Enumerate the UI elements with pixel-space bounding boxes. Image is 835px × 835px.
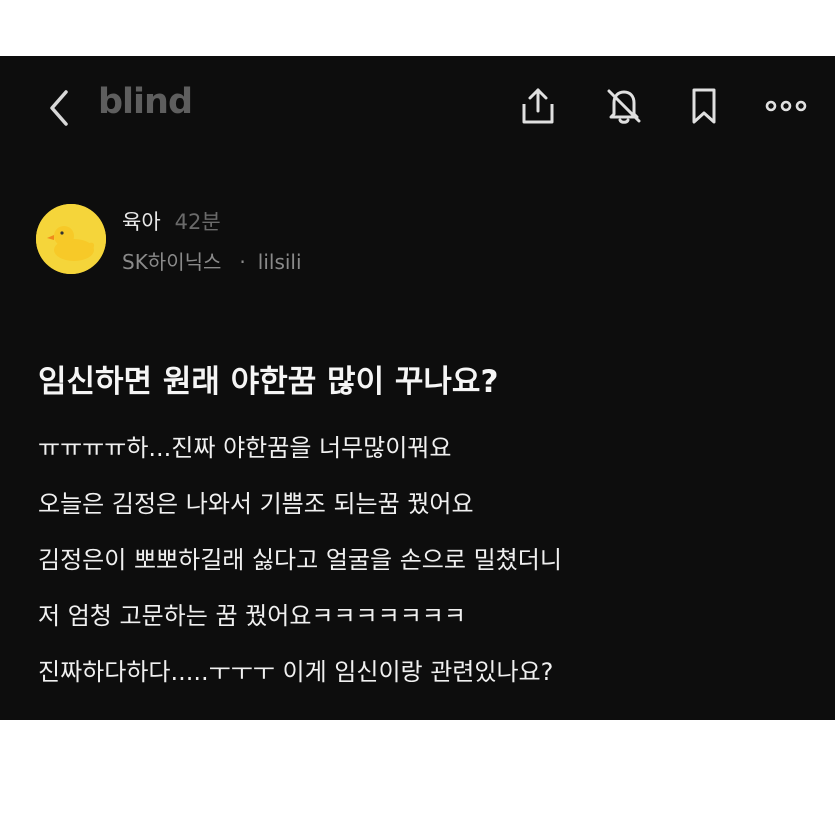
avatar[interactable] [36, 204, 106, 274]
chevron-left-icon [50, 90, 68, 126]
body-line: 저 엄청 고문하는 꿈 꿨어요ㅋㅋㅋㅋㅋㅋㅋ [38, 602, 466, 630]
rubber-duck-avatar [36, 204, 106, 274]
post-screen: blind 육아 42분 SK하이닉스 · lilsili 임신하면 원래 야한… [0, 56, 835, 720]
author-info: 육아 42분 SK하이닉스 · lilsili [36, 204, 636, 274]
body-line: 진짜하다하다.....ㅜㅜㅜ 이게 임신이랑 관련있나요? [38, 658, 554, 686]
bell-off-icon [607, 89, 641, 124]
board-name[interactable]: 육아 [122, 210, 161, 234]
share-icon [522, 88, 554, 124]
bookmark-button[interactable] [682, 84, 726, 128]
nickname: lilsili [257, 250, 302, 274]
post-body: ㅠㅠㅠㅠ하...진짜 야한꿈을 너무많이꿔요 오늘은 김정은 나와서 기쁨조 되… [38, 424, 808, 704]
more-horizontal-icon [765, 100, 807, 112]
notifications-toggle[interactable] [602, 84, 646, 128]
app-logo: blind [98, 82, 193, 122]
post-title: 임신하면 원래 야한꿈 많이 꾸나요? [38, 364, 499, 400]
author-line-2: SK하이닉스 · lilsili [122, 246, 302, 275]
more-button[interactable] [764, 84, 808, 128]
top-bar: blind [0, 56, 835, 162]
bookmark-icon [692, 88, 716, 124]
post-time: 42분 [174, 210, 221, 234]
body-line: 김정은이 뽀뽀하길래 싫다고 얼굴을 손으로 밀쳤더니 [38, 546, 562, 574]
back-button[interactable] [38, 84, 78, 132]
share-button[interactable] [516, 84, 560, 128]
company-name[interactable]: SK하이닉스 [122, 250, 221, 274]
separator-dot: · [239, 250, 246, 274]
author-line-1: 육아 42분 [122, 206, 221, 236]
body-line: ㅠㅠㅠㅠ하...진짜 야한꿈을 너무많이꿔요 [38, 434, 452, 462]
body-line: 오늘은 김정은 나와서 기쁨조 되는꿈 꿨어요 [38, 490, 474, 518]
